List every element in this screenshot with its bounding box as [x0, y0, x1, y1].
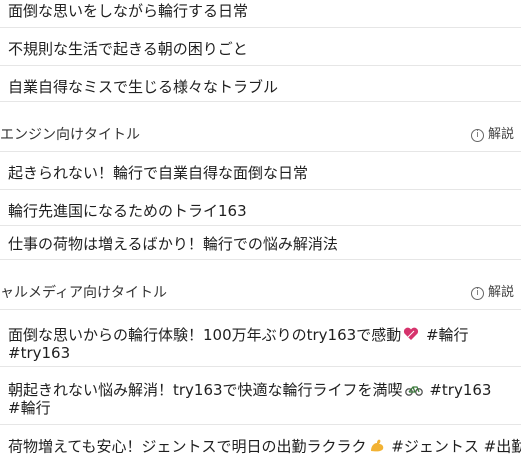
hashtag: #輪行 [425, 326, 469, 344]
title-item[interactable]: 起きられない！輪行で自業自得な面倒な日常 [0, 164, 521, 182]
social-title-item[interactable]: 面倒な思いからの輪行体験！100万年ぶりのtry163で感動 #輪行 [8, 326, 469, 345]
title-item[interactable]: 輪行先進国になるためのトライ163 [0, 202, 521, 220]
info-icon: i [471, 128, 484, 142]
heart-icon [403, 327, 419, 345]
muscle-icon [369, 437, 385, 457]
title-item[interactable]: 面倒な思いをしながら輪行する日常 [0, 2, 521, 20]
section-title-seo: エンジン向けタイトル [0, 127, 140, 143]
hashtag: #ジェントス #出勤 [391, 437, 521, 456]
explain-label: 解説 [488, 285, 515, 300]
divider [0, 189, 521, 190]
explain-button-social[interactable]: i 解説 [471, 284, 514, 302]
explain-button-seo[interactable]: i 解説 [471, 126, 514, 144]
hashtag: #try163 [8, 344, 71, 362]
hashtag: #輪行 [8, 399, 51, 417]
divider [0, 65, 521, 66]
title-text: 朝起きれない悩み解消！try163で快適な輪行ライフを満喫 [8, 381, 403, 399]
divider [0, 424, 521, 425]
divider [0, 366, 521, 367]
social-title-item[interactable]: 朝起きれない悩み解消！try163で快適な輪行ライフを満喫 #try163 [8, 381, 491, 400]
divider [0, 101, 521, 102]
divider [0, 309, 521, 310]
divider [0, 27, 521, 28]
info-icon: i [471, 286, 484, 300]
title-item[interactable]: 自業自得なミスで生じる様々なトラブル [0, 78, 521, 96]
title-text: 面倒な思いからの輪行体験！100万年ぶりのtry163で感動 [8, 326, 402, 344]
title-item[interactable]: 仕事の荷物は増えるばかり！輪行での悩み解消法 [0, 235, 521, 253]
title-text: 荷物増えても安心！ジェントスで明日の出勤ラクラク [8, 437, 367, 456]
divider [0, 259, 521, 260]
section-title-social: ャルメディア向けタイトル [0, 285, 168, 301]
social-title-item[interactable]: 荷物増えても安心！ジェントスで明日の出勤ラクラク #ジェントス #出勤 [8, 437, 521, 457]
explain-label: 解説 [488, 127, 515, 142]
divider [0, 225, 521, 226]
divider [0, 151, 521, 152]
title-item[interactable]: 不規則な生活で起きる朝の困りごと [0, 40, 521, 58]
hashtag: #try163 [429, 381, 492, 399]
bicycle-icon [404, 382, 423, 400]
